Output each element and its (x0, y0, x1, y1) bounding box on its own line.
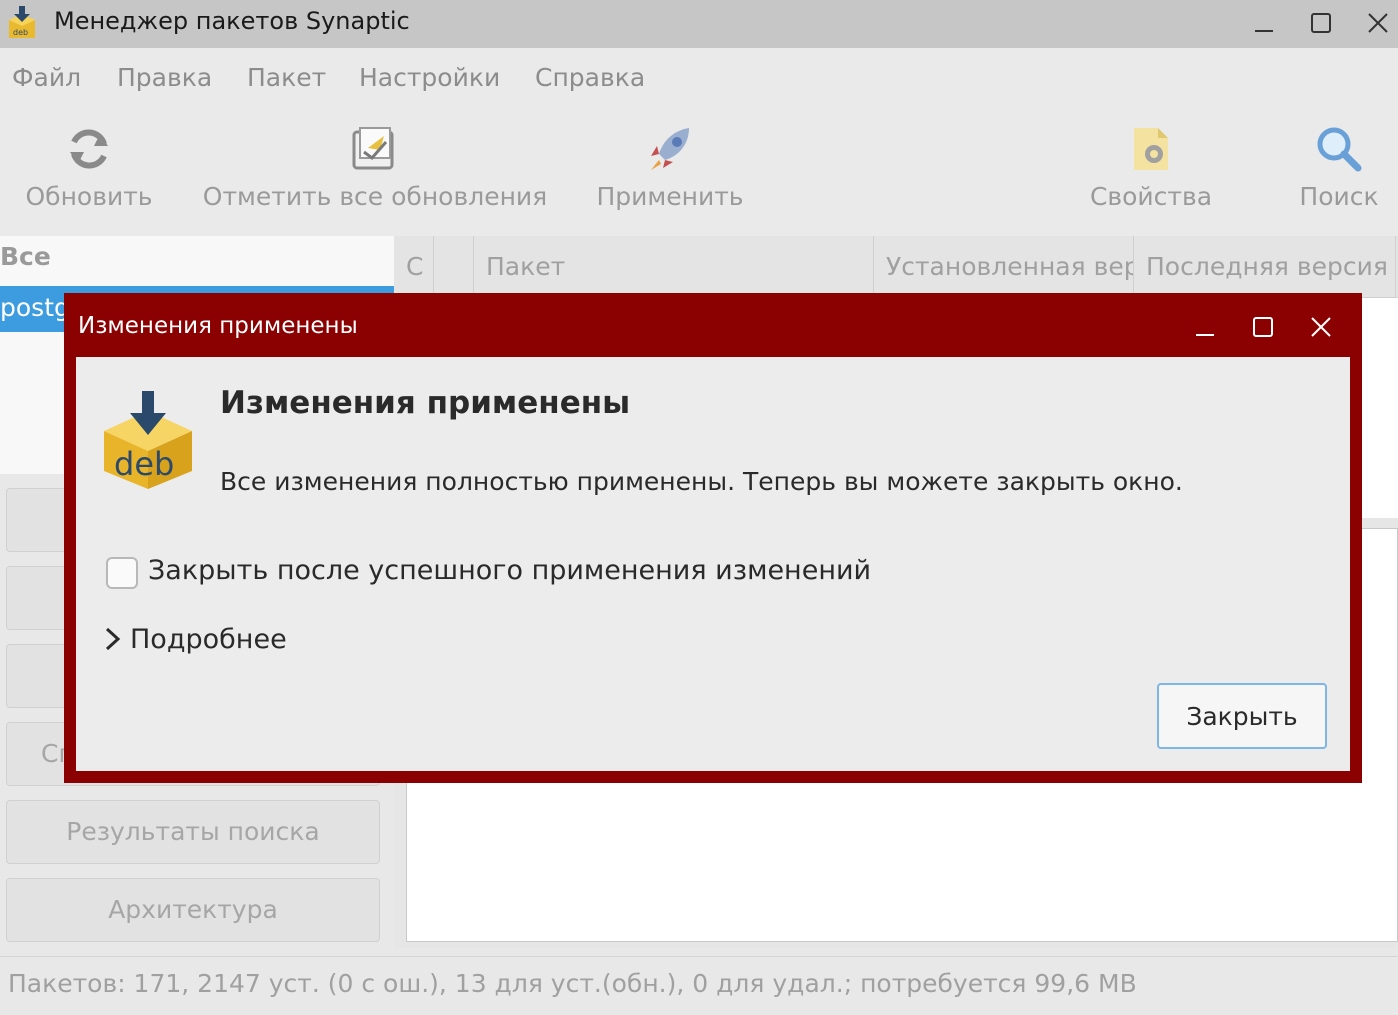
menu-file[interactable]: Файл (12, 62, 81, 94)
mark-all-upgrades-button[interactable]: Отметить все обновления (200, 110, 550, 230)
column-support[interactable] (434, 236, 474, 298)
properties-icon (1134, 128, 1168, 170)
minimize-icon (1196, 334, 1214, 336)
close-window-button[interactable] (1352, 0, 1398, 46)
minimize-icon (1255, 30, 1273, 32)
properties-label: Свойства (1089, 182, 1213, 211)
menu-package[interactable]: Пакет (247, 62, 326, 94)
details-expander-label: Подробнее (130, 623, 287, 655)
close-icon (1311, 317, 1331, 337)
changes-applied-dialog: Изменения применены deb Изменения примен… (64, 293, 1362, 783)
column-latest-version[interactable]: Последняя версия (1134, 236, 1396, 298)
search-icon (1317, 127, 1362, 172)
filter-button-search-results[interactable]: Результаты поиска (6, 800, 380, 864)
synaptic-app-icon: deb (6, 4, 40, 42)
minimize-button[interactable] (1238, 0, 1290, 46)
column-package[interactable]: Пакет (474, 236, 874, 298)
maximize-button[interactable] (1295, 0, 1347, 46)
dialog-heading: Изменения применены (220, 385, 631, 421)
main-titlebar[interactable]: deb Менеджер пакетов Synaptic (0, 0, 1398, 48)
chevron-right-icon (105, 627, 121, 651)
dialog-maximize-button[interactable] (1238, 303, 1288, 351)
close-button[interactable]: Закрыть (1157, 683, 1327, 749)
maximize-icon (1253, 317, 1273, 337)
search-label: Поиск (1299, 182, 1379, 211)
close-after-apply-label[interactable]: Закрыть после успешного применения измен… (148, 555, 871, 586)
menu-help[interactable]: Справка (535, 62, 645, 94)
deb-icon-text: deb (114, 445, 174, 483)
dialog-title: Изменения применены (78, 313, 358, 339)
close-after-apply-checkbox[interactable] (106, 557, 138, 589)
filter-list-header: Все (0, 242, 51, 271)
reload-icon (70, 129, 108, 169)
statusbar-text: Пакетов: 171, 2147 уст. (0 с ош.), 13 дл… (8, 969, 1137, 998)
dialog-body: deb Изменения применены Все изменения по… (76, 357, 1350, 771)
apply-label: Применить (596, 182, 744, 211)
deb-package-icon: deb (104, 391, 192, 489)
apply-button[interactable]: Применить (590, 110, 750, 230)
window-title: Менеджер пакетов Synaptic (54, 7, 410, 35)
menu-settings[interactable]: Настройки (359, 62, 500, 94)
toolbar: Обновить Отметить все обновления Примени… (0, 110, 1398, 236)
menubar: Файл Правка Пакет Настройки Справка (0, 48, 1398, 110)
reload-button[interactable]: Обновить (14, 110, 164, 230)
column-installed-version[interactable]: Установленная вер (874, 236, 1134, 298)
mark-all-upgrades-label: Отметить все обновления (202, 182, 548, 211)
column-status[interactable]: С (394, 236, 434, 298)
menu-edit[interactable]: Правка (117, 62, 212, 94)
filter-button-architecture[interactable]: Архитектура (6, 878, 380, 942)
details-expander[interactable]: Подробнее (104, 619, 287, 659)
close-icon (1368, 13, 1388, 33)
maximize-icon (1311, 13, 1331, 33)
rocket-icon (651, 128, 689, 170)
dialog-close-window-button[interactable] (1296, 303, 1346, 351)
properties-button[interactable]: Свойства (1086, 110, 1216, 230)
dialog-minimize-button[interactable] (1180, 303, 1230, 351)
dialog-message: Все изменения полностью применены. Тепер… (220, 467, 1183, 496)
search-button[interactable]: Поиск (1290, 110, 1388, 230)
statusbar: Пакетов: 171, 2147 уст. (0 с ош.), 13 дл… (0, 956, 1398, 1015)
package-table-header: С Пакет Установленная вер Последняя верс… (394, 236, 1398, 298)
reload-label: Обновить (25, 182, 153, 211)
svg-text:deb: deb (13, 28, 28, 37)
mark-upgrades-icon (352, 127, 394, 170)
